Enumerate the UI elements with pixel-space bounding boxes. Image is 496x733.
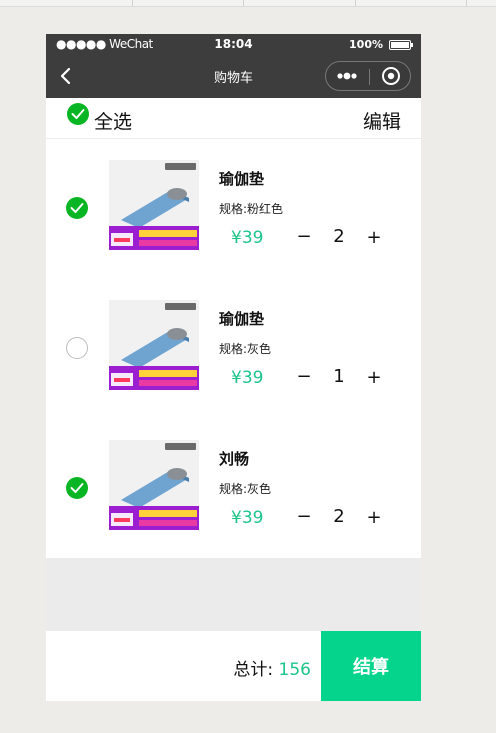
empty-spacer [46,558,421,631]
edit-button[interactable]: 编辑 [363,107,401,134]
checkmark-icon [70,203,84,213]
checkout-bar: 总计: 156 结算 [46,631,421,701]
yoga-mat-image [109,300,199,390]
cart-total: 总计: 156 [233,655,311,680]
quantity-value: 2 [333,506,345,527]
more-dots-icon [337,72,357,80]
battery-icon [389,40,413,50]
product-spec: 规格:灰色 [219,480,271,497]
item-checkbox[interactable] [66,477,88,499]
mini-program-capsule [325,61,411,91]
product-image[interactable] [109,160,199,250]
target-close-icon [382,67,400,85]
checkmark-icon [70,483,84,493]
increase-quantity-button[interactable]: + [364,507,384,528]
chevron-left-icon [60,67,71,85]
increase-quantity-button[interactable]: + [364,367,384,388]
product-spec: 规格:粉红色 [219,200,283,217]
decrease-quantity-button[interactable]: − [294,366,314,387]
product-price: ¥39 [231,368,264,388]
product-name[interactable]: 瑜伽垫 [219,168,264,189]
product-name[interactable]: 瑜伽垫 [219,308,264,329]
spec-label: 规格: [219,482,248,496]
product-spec: 规格:灰色 [219,340,271,357]
spec-label: 规格: [219,202,248,216]
quantity-value: 2 [333,226,345,247]
product-image[interactable] [109,440,199,530]
more-button[interactable] [326,62,369,90]
product-name[interactable]: 刘畅 [219,448,249,469]
cart-item: 瑜伽垫 规格:粉红色 ¥39 − 2 + [46,138,421,278]
item-checkbox[interactable] [66,337,88,359]
spec-value: 灰色 [247,342,272,356]
item-checkbox[interactable] [66,197,88,219]
cart-item: 刘畅 规格:灰色 ¥39 − 2 + [46,418,421,558]
cart-toolbar: 全选 编辑 [46,98,421,139]
battery-percent: 100% [349,38,383,51]
increase-quantity-button[interactable]: + [364,227,384,248]
yoga-mat-image [109,160,199,250]
back-button[interactable] [54,64,78,88]
checkmark-icon [71,109,85,119]
phone-screen: ●●●●● WeChat 18:04 100% 购物车 全选 编辑 瑜伽垫 规格… [46,34,421,701]
decrease-quantity-button[interactable]: − [294,226,314,247]
spec-value: 粉红色 [247,202,284,216]
product-price: ¥39 [231,508,264,528]
decrease-quantity-button[interactable]: − [294,506,314,527]
select-all-label[interactable]: 全选 [94,107,132,134]
close-button[interactable] [370,62,410,90]
select-all-checkbox[interactable] [67,103,89,125]
quantity-value: 1 [333,366,345,387]
yoga-mat-image [109,440,199,530]
spec-label: 规格: [219,342,248,356]
product-image[interactable] [109,300,199,390]
status-bar: ●●●●● WeChat 18:04 100% [46,34,421,54]
total-label: 总计: [233,660,274,680]
nav-bar: 购物车 [46,54,421,98]
checkout-button[interactable]: 结算 [321,631,421,701]
total-value: 156 [278,660,311,680]
cart-item: 瑜伽垫 规格:灰色 ¥39 − 1 + [46,278,421,418]
browser-ruler [0,0,496,7]
spec-value: 灰色 [247,482,272,496]
product-price: ¥39 [231,228,264,248]
